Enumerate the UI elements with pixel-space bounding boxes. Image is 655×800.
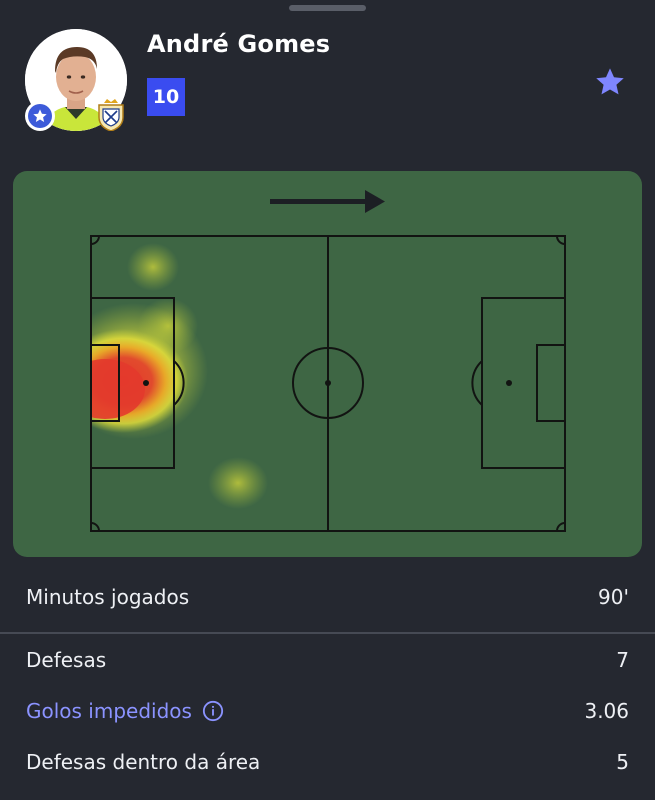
follow-star-button[interactable] xyxy=(594,66,626,98)
player-avatar-group xyxy=(25,29,127,131)
stat-label: Minutos jogados xyxy=(26,585,190,609)
stat-row-minutes: Minutos jogados 90' xyxy=(0,572,655,622)
divider xyxy=(0,632,655,634)
stat-value: 5 xyxy=(616,750,629,774)
info-icon[interactable] xyxy=(202,700,224,722)
stat-value: 7 xyxy=(616,648,629,672)
stat-row-saves-inside-box: Defesas dentro da área 5 xyxy=(0,737,655,787)
stat-label[interactable]: Golos impedidos xyxy=(26,699,192,723)
heatmap-pitch xyxy=(90,190,566,532)
stat-row-goals-prevented[interactable]: Golos impedidos 3.06 xyxy=(0,686,655,736)
player-name: André Gomes xyxy=(147,30,331,58)
heat-zones xyxy=(91,243,268,509)
stat-value: 3.06 xyxy=(584,699,629,723)
shirt-number-badge: 10 xyxy=(147,78,185,116)
stat-label: Defesas dentro da área xyxy=(26,750,261,774)
drag-handle[interactable] xyxy=(289,5,366,11)
heatmap-card xyxy=(13,171,642,557)
stat-value: 90' xyxy=(598,585,629,609)
stat-row-saves: Defesas 7 xyxy=(0,635,655,685)
club-crest-icon xyxy=(98,99,124,131)
direction-arrow-icon xyxy=(270,190,385,213)
star-icon xyxy=(33,109,47,122)
stat-label: Defesas xyxy=(26,648,107,672)
favorite-badge xyxy=(25,101,55,131)
goals-prevented-link[interactable]: Golos impedidos xyxy=(26,699,224,723)
